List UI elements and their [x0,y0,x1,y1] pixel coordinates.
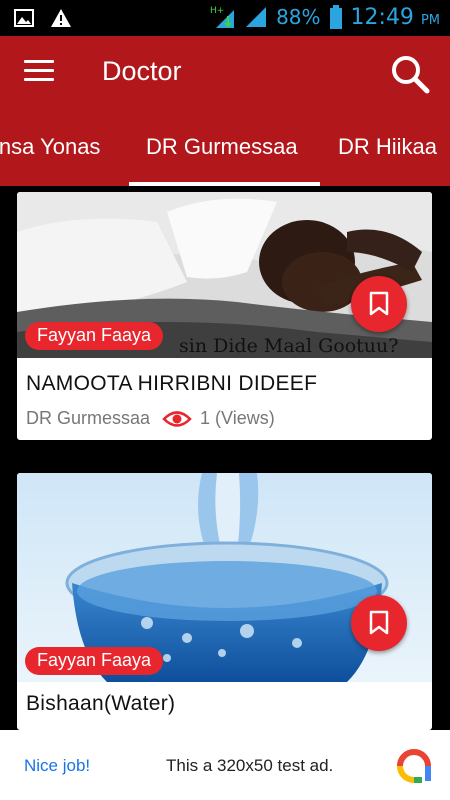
bookmark-icon [369,610,389,635]
ad-banner[interactable]: Nice job! This a 320x50 test ad. [0,730,450,800]
app-bar: Doctor [0,36,450,112]
bookmark-button[interactable] [351,595,407,651]
clock-time: 12:49 [350,4,414,30]
article-title: Bishaan(Water) [26,692,176,715]
battery-icon [329,5,342,29]
article-meta: DR Gurmessaa 1 (Views) [26,408,275,429]
article-feed[interactable]: sin Dide Maal Gootuu? Fayyan Faaya NAMOO… [0,186,450,730]
image-caption: sin Dide Maal Gootuu? [179,335,398,357]
menu-button[interactable] [24,60,54,86]
svg-text:H+: H+ [210,6,224,16]
ad-text: This a 320x50 test ad. [166,756,334,775]
category-badge: Fayyan Faaya [25,322,164,350]
bookmark-button[interactable] [351,276,407,332]
menu-icon [24,60,54,63]
menu-icon-bar [24,69,54,72]
category-badge: Fayyan Faaya [25,647,164,675]
clock-ampm: PM [420,12,440,28]
page-title: Doctor [102,56,182,86]
menu-icon-bar [24,78,54,81]
ad-cta-link[interactable]: Nice job! [24,756,90,776]
eye-icon [162,410,192,427]
tab-insa-yonas[interactable]: insa Yonas [0,134,100,160]
search-button[interactable] [390,54,430,94]
clock: 12:49 PM [351,5,440,30]
network-hplus-icon: H+ [210,6,235,28]
article-views: 1 (Views) [200,408,275,428]
tab-dr-gurmessaa[interactable]: DR Gurmessaa [146,134,298,160]
battery-percent: 88% [276,5,321,29]
article-title: NAMOOTA HIRRIBNI DIDEEF [26,372,318,395]
article-author: DR Gurmessaa [26,408,151,428]
article-card[interactable]: Fayyan Faaya Bishaan(Water) [17,473,432,730]
article-card[interactable]: sin Dide Maal Gootuu? Fayyan Faaya NAMOO… [17,192,432,440]
tab-dr-hiikaa[interactable]: DR Hiikaa [338,134,437,160]
status-bar: H+ 88% 12:49 PM [0,0,450,36]
signal-icon [246,7,267,27]
doctor-tabs: insa Yonas DR Gurmessaa DR Hiikaa [0,112,450,186]
ad-logo-icon [397,749,431,783]
bookmark-icon [369,291,389,316]
warning-icon [51,9,71,27]
image-icon [14,9,34,27]
search-icon [392,56,430,94]
